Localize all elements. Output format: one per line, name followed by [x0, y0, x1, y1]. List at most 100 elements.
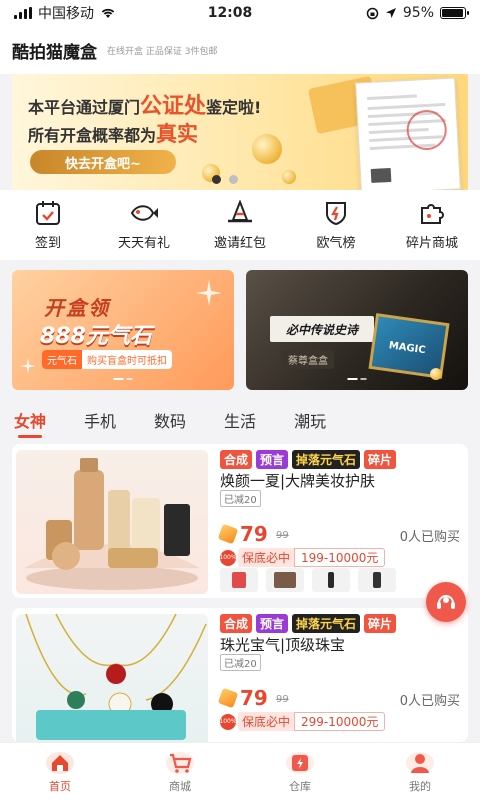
- sparkle-icon: [196, 280, 222, 306]
- price-row: 79 99 0人已购买: [217, 686, 460, 710]
- witch-hat-icon: [228, 199, 252, 222]
- shield-rank-icon: [326, 201, 346, 225]
- wifi-icon: [101, 8, 115, 18]
- quick-nav-luck-rank[interactable]: 欧气榜: [296, 200, 376, 251]
- quick-nav-fragment-shop[interactable]: 碎片商城: [392, 200, 472, 251]
- promo-right-subtitle: 蔡尊盒盒: [282, 350, 334, 369]
- prize-thumbnails: [220, 568, 396, 592]
- tab-goddess[interactable]: 女神: [14, 404, 46, 440]
- tab-phone[interactable]: 手机: [84, 404, 116, 440]
- lock-rotation-icon: [366, 7, 379, 19]
- quick-nav-invite[interactable]: 邀请红包: [200, 199, 280, 251]
- quick-nav-daily-gift[interactable]: 天天有礼: [104, 200, 184, 251]
- quick-nav-label: 碎片商城: [405, 235, 458, 251]
- banner-line1-highlight: 公证处: [140, 94, 207, 119]
- prize-thumbnail[interactable]: [266, 568, 304, 592]
- tab-life[interactable]: 生活: [224, 404, 256, 440]
- status-time: 12:08: [207, 5, 253, 21]
- tab-label: 商城: [169, 780, 191, 793]
- puzzle-icon: [421, 203, 444, 224]
- tag-prophecy: 预言: [256, 614, 289, 633]
- tag-fragment: 碎片: [364, 450, 397, 469]
- fish-gift-icon: [130, 204, 158, 221]
- product-card[interactable]: 合成 预言 掉落元气石 碎片 珠光宝气|顶级珠宝 已减20 79 99 0人已购…: [12, 608, 468, 742]
- banner-dot-1[interactable]: [212, 175, 221, 184]
- tab-mall[interactable]: 商城: [140, 749, 220, 794]
- bottom-tab-bar: 首页 商城 仓库 我的: [0, 742, 480, 800]
- guarantee-range: 299-10000元: [294, 712, 386, 731]
- guarantee-row: 100% 保底必中 299-10000元: [219, 712, 386, 731]
- category-tabs: 女神 手机 数码 生活 潮玩: [0, 404, 480, 440]
- battery-icon: [440, 7, 469, 19]
- tag-synthesis: 合成: [220, 450, 253, 469]
- banner-line1-suffix: 鉴定啦!: [206, 98, 262, 117]
- quick-nav-label: 邀请红包: [213, 235, 266, 251]
- tab-warehouse[interactable]: 仓库: [260, 749, 340, 794]
- coin-decoration: [282, 170, 296, 184]
- tab-label: 我的: [409, 780, 431, 793]
- tab-mine[interactable]: 我的: [380, 749, 460, 794]
- promo-pager: [347, 378, 367, 380]
- prize-thumbnail[interactable]: [220, 568, 258, 592]
- tag-drop-stone: 掉落元气石: [292, 450, 361, 469]
- notary-banner[interactable]: 本平台通过厦门公证处鉴定啦! 所有开盒概率都为真实 快去开盒吧~: [12, 74, 468, 190]
- prize-thumbnail[interactable]: [312, 568, 350, 592]
- status-right: 95%: [296, 5, 469, 21]
- product-image: [16, 613, 208, 742]
- promo-left-tag-text: 购买盲盒时可抵扣: [87, 356, 167, 367]
- sold-count: 0人已购买: [399, 694, 460, 709]
- sold-count: 0人已购买: [399, 530, 460, 545]
- product-image: [16, 450, 208, 594]
- promo-legend-box[interactable]: 必中传说史诗 蔡尊盒盒 MAGIC: [246, 270, 468, 390]
- banner-pager[interactable]: [212, 175, 238, 184]
- promo-left-amount: 888元气石: [40, 324, 152, 349]
- product-card[interactable]: 合成 预言 掉落元气石 碎片 焕颜一夏|大牌美妆护肤 已减20 79 99 0人…: [12, 444, 468, 598]
- banner-line1-prefix: 本平台通过厦门: [28, 98, 141, 117]
- status-bar: 中国移动 12:08 95%: [0, 0, 480, 26]
- banner-line-1: 本平台通过厦门公证处鉴定啦!: [28, 88, 261, 120]
- crate-label: MAGIC: [388, 340, 427, 357]
- tab-digital[interactable]: 数码: [154, 404, 186, 440]
- price-row: 79 99 0人已购买: [217, 522, 460, 546]
- tab-home[interactable]: 首页: [20, 749, 100, 794]
- discount-badge: 已减20: [220, 654, 261, 671]
- tab-label: 首页: [49, 780, 71, 793]
- profile-icon: [406, 752, 434, 774]
- signal-icon: [14, 7, 32, 19]
- promo-energy-stone[interactable]: 开盒领 888元气石 元气石 购买盲盒时可抵扣: [12, 270, 234, 390]
- promo-pager: [113, 378, 133, 380]
- calendar-icon: [36, 200, 60, 225]
- promo-left-tag: 元气石 购买盲盒时可抵扣: [42, 350, 172, 369]
- banner-line-2: 所有开盒概率都为真实: [28, 118, 198, 148]
- carrier-label: 中国移动: [38, 6, 94, 22]
- coin-decoration: [252, 134, 282, 164]
- original-price: 99: [276, 530, 289, 541]
- promo-right-title: 必中传说史诗: [270, 316, 374, 342]
- product-tags: 合成 预言 掉落元气石 碎片: [220, 614, 397, 633]
- tab-trendy-toys[interactable]: 潮玩: [294, 404, 326, 440]
- open-box-button[interactable]: 快去开盒吧~: [30, 150, 176, 174]
- certificate-image: [355, 77, 461, 190]
- banner-dot-2[interactable]: [229, 175, 238, 184]
- prize-thumbnail[interactable]: [358, 568, 396, 592]
- quick-nav-label: 签到: [34, 235, 61, 251]
- guarantee-badge: 100%: [219, 713, 237, 730]
- customer-service-button[interactable]: [426, 582, 466, 622]
- banner-line2-highlight: 真实: [156, 122, 199, 146]
- status-left: 中国移动: [14, 3, 184, 23]
- warehouse-icon: [286, 752, 314, 774]
- gem-icon: [217, 687, 239, 709]
- quick-nav: 签到 天天有礼 邀请红包 欧气榜 碎片商城: [0, 190, 480, 260]
- quick-nav-checkin[interactable]: 签到: [8, 200, 88, 251]
- cart-icon: [166, 752, 194, 774]
- cosmetics-image: [24, 458, 200, 590]
- guarantee-label: 保底必中: [238, 712, 295, 731]
- tag-fragment: 碎片: [364, 614, 397, 633]
- product-tags: 合成 预言 掉落元气石 碎片: [220, 450, 397, 469]
- banner-line2-prefix: 所有开盒概率都为: [28, 126, 157, 145]
- product-price: 79: [240, 686, 268, 710]
- promo-left-title: 开盒领: [44, 296, 110, 320]
- product-price: 79: [240, 522, 268, 546]
- tag-drop-stone: 掉落元气石: [292, 614, 361, 633]
- promo-left-tag-label: 元气石: [42, 350, 82, 369]
